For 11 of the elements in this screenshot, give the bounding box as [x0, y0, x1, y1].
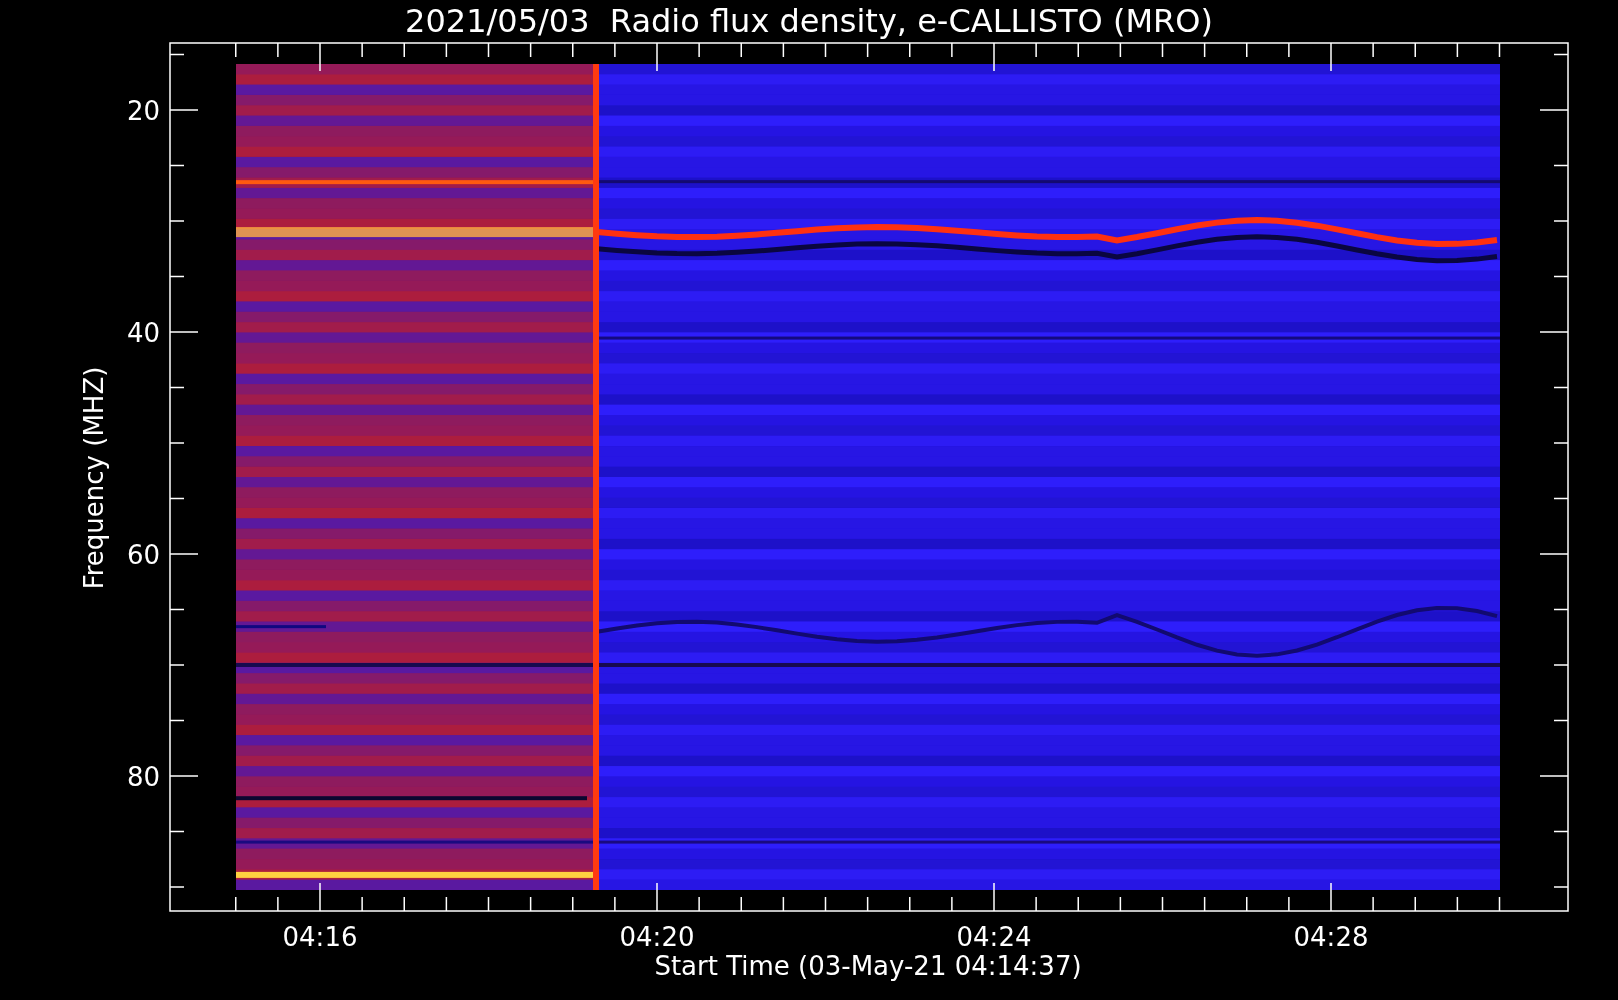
y-tick-label: 40 [126, 318, 160, 348]
y-tick-label: 60 [126, 540, 160, 570]
x-tick-label: 04:20 [619, 922, 695, 952]
x-tick-label: 04:24 [956, 922, 1032, 952]
x-axis-label: Start Time (03-May-21 04:14:37) [654, 951, 1082, 981]
y-axis-label: Frequency (MHZ) [79, 366, 109, 590]
chart-title: 2021/05/03 Radio flux density, e-CALLISTO (MRO) [405, 2, 1213, 40]
y-tick-label: 80 [126, 762, 160, 792]
y-tick-label: 20 [126, 96, 160, 126]
x-tick-label: 04:16 [282, 922, 358, 952]
x-tick-label: 04:28 [1293, 922, 1369, 952]
